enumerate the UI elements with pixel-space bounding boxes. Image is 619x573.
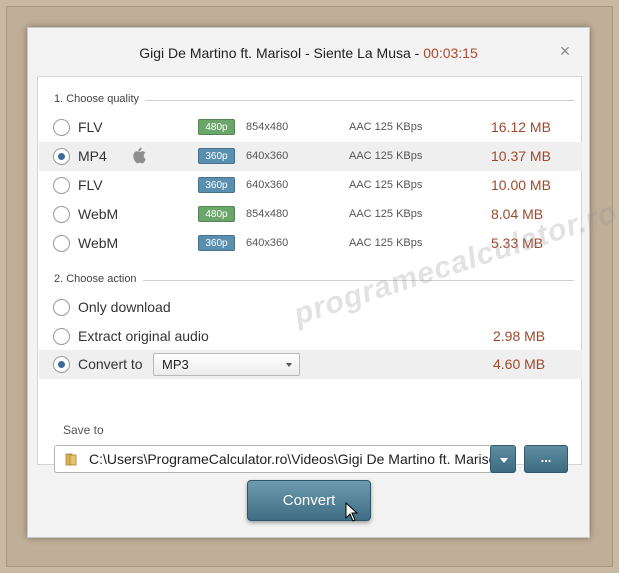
extract-audio-label: Extract original audio: [78, 328, 209, 344]
save-to-label: Save to: [63, 423, 104, 437]
mouse-cursor-icon: [345, 502, 359, 522]
audio-info: AAC 125 KBps: [349, 121, 423, 133]
download-dialog: Gigi De Martino ft. Marisol - Siente La …: [27, 27, 590, 538]
radio-extract-audio[interactable]: [53, 328, 70, 345]
window-title: Gigi De Martino ft. Marisol - Siente La …: [139, 45, 424, 61]
apple-icon: [133, 147, 146, 164]
extract-audio-size: 2.98 MB: [493, 328, 546, 344]
quality-option[interactable]: MP4 360p 640x360 AAC 125 KBps 10.37 MB: [39, 142, 582, 171]
quality-radio[interactable]: [53, 206, 70, 223]
duration: 00:03:15: [423, 45, 478, 61]
quality-option[interactable]: FLV 480p 854x480 AAC 125 KBps 16.12 MB: [39, 113, 582, 142]
options-panel: 1. Choose quality FLV 480p 854x480 AAC 1…: [37, 76, 582, 473]
quality-section-label: 1. Choose quality: [54, 93, 145, 105]
close-icon[interactable]: ×: [557, 42, 573, 60]
format-label: MP4: [78, 148, 107, 164]
format-label: WebM: [78, 206, 119, 222]
convert-format-value: MP3: [162, 357, 189, 372]
quality-radio[interactable]: [53, 119, 70, 136]
quality-badge: 360p: [198, 177, 235, 193]
path-history-dropdown[interactable]: [490, 445, 516, 473]
quality-badge: 360p: [198, 148, 235, 164]
chevron-down-icon: [286, 363, 292, 367]
file-size: 10.37 MB: [491, 148, 551, 164]
quality-badge: 360p: [198, 235, 235, 251]
quality-option[interactable]: WebM 480p 854x480 AAC 125 KBps 8.04 MB: [39, 200, 582, 229]
convert-to-label: Convert to: [78, 356, 143, 372]
convert-size: 4.60 MB: [493, 356, 546, 372]
save-path-text: C:\Users\ProgrameCalculator.ro\Videos\Gi…: [89, 451, 513, 467]
audio-info: AAC 125 KBps: [349, 150, 423, 162]
quality-radio[interactable]: [53, 177, 70, 194]
audio-info: AAC 125 KBps: [349, 208, 423, 220]
audio-info: AAC 125 KBps: [349, 179, 423, 191]
format-label: FLV: [78, 177, 103, 193]
quality-option[interactable]: FLV 360p 640x360 AAC 125 KBps 10.00 MB: [39, 171, 582, 200]
resolution: 640x360: [246, 237, 289, 249]
browse-button[interactable]: ...: [524, 445, 568, 473]
format-label: FLV: [78, 119, 103, 135]
quality-badge: 480p: [198, 206, 235, 222]
action-convert-to[interactable]: Convert to MP3 4.60 MB: [39, 350, 582, 379]
only-download-label: Only download: [78, 299, 171, 315]
resolution: 854x480: [246, 121, 289, 133]
radio-only-download[interactable]: [53, 299, 70, 316]
save-path-field[interactable]: C:\Users\ProgrameCalculator.ro\Videos\Gi…: [54, 445, 514, 473]
format-label: WebM: [78, 235, 119, 251]
resolution: 640x360: [246, 150, 289, 162]
quality-radio[interactable]: [53, 235, 70, 252]
quality-badge: 480p: [198, 119, 235, 135]
action-section-label: 2. Choose action: [54, 273, 143, 285]
convert-format-select[interactable]: MP3: [153, 353, 300, 376]
title-bar: Gigi De Martino ft. Marisol - Siente La …: [28, 28, 589, 76]
file-size: 10.00 MB: [491, 177, 551, 193]
radio-convert-to[interactable]: [53, 356, 70, 373]
folder-icon: [65, 453, 77, 466]
quality-radio[interactable]: [53, 148, 70, 165]
resolution: 854x480: [246, 208, 289, 220]
file-size: 16.12 MB: [491, 119, 551, 135]
audio-info: AAC 125 KBps: [349, 237, 423, 249]
resolution: 640x360: [246, 179, 289, 191]
